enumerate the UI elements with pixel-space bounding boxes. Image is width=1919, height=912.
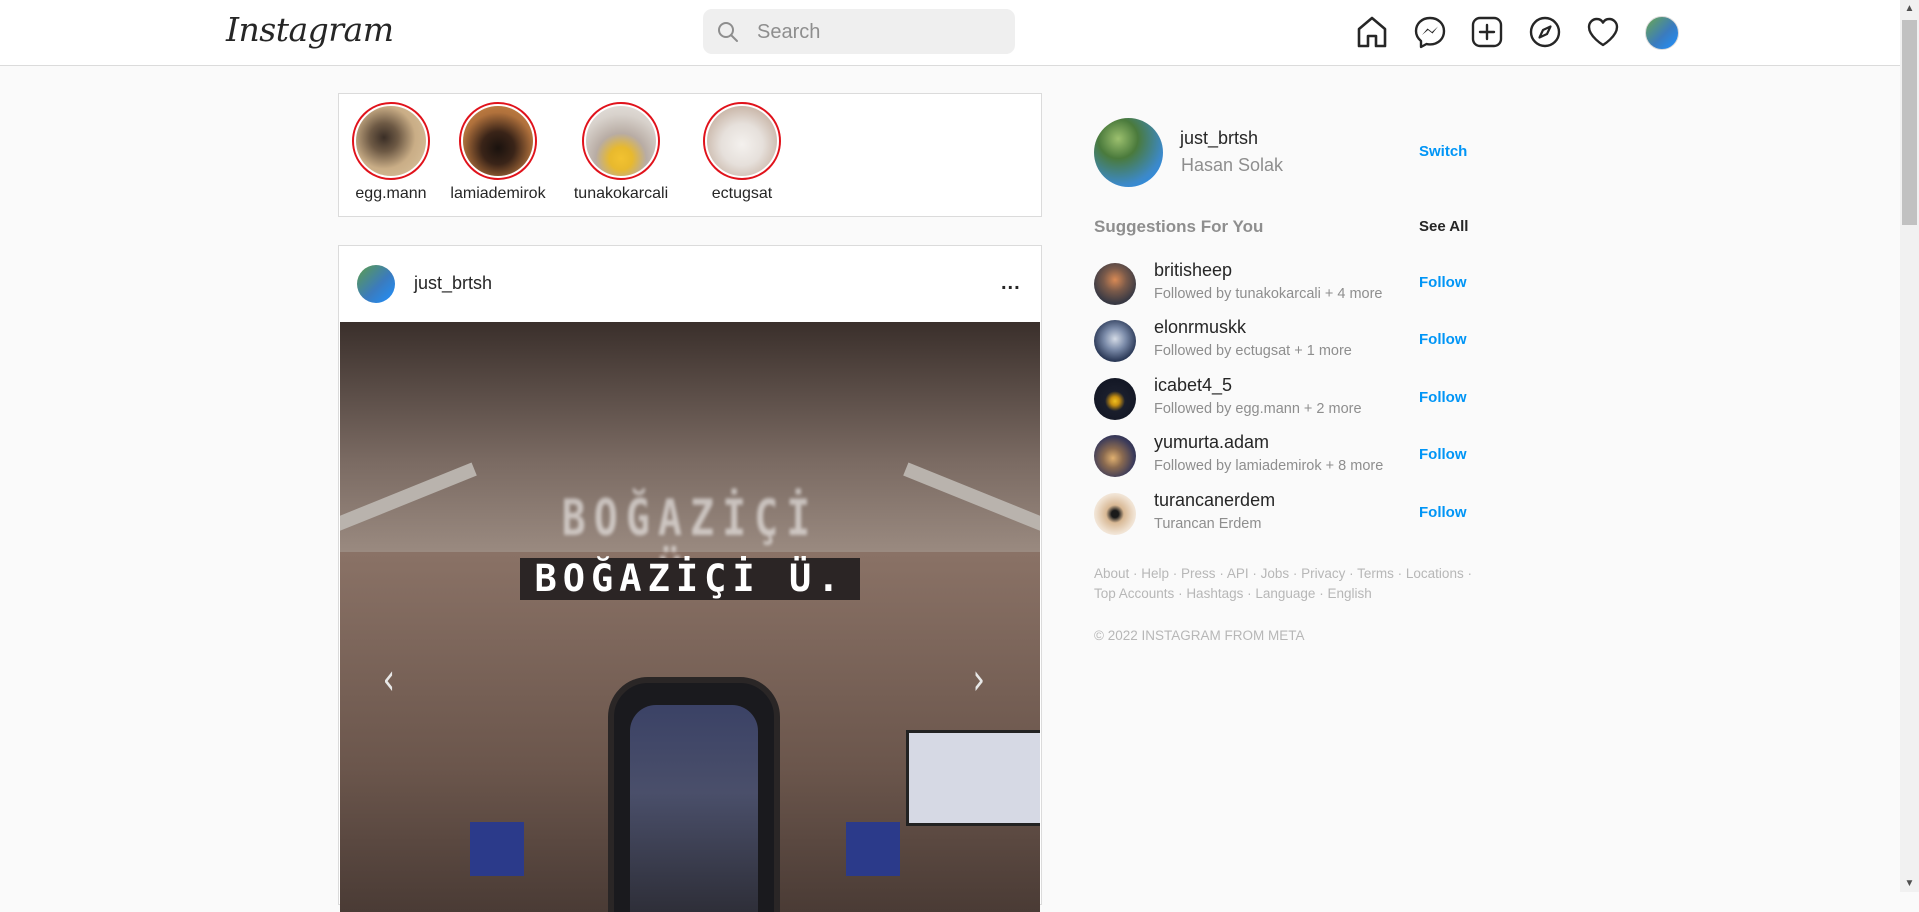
previous-image-arrow-icon[interactable]: ‹ [383,654,395,705]
post-author-avatar[interactable] [357,265,395,303]
footer-link-terms[interactable]: Terms [1357,566,1394,581]
profile-avatar[interactable] [1645,16,1679,50]
image-door [608,677,780,912]
search-icon [718,22,738,42]
footer-links-line-2: Top Accounts · Hashtags · Language · Eng… [1094,586,1372,601]
story-avatar [356,106,426,176]
home-icon[interactable] [1354,14,1390,50]
search-box[interactable] [703,9,1015,54]
new-post-icon[interactable] [1469,14,1505,50]
suggestion-avatar[interactable] [1094,378,1136,420]
story-avatar [707,106,777,176]
suggestion-avatar[interactable] [1094,493,1136,535]
suggestion-avatar[interactable] [1094,435,1136,477]
follow-button[interactable]: Follow [1419,446,1467,463]
suggestion-username[interactable]: elonrmuskk [1154,317,1246,338]
footer-link-jobs[interactable]: Jobs [1261,566,1290,581]
suggestion-item: britisheep Followed by tunakokarcali + 4… [1094,260,1467,310]
story-avatar [463,106,533,176]
more-options-icon[interactable]: ... [1001,272,1021,295]
activity-heart-icon[interactable] [1585,14,1621,50]
footer-links-line-1: About · Help · Press · API · Jobs · Priv… [1094,566,1472,581]
suggestion-username[interactable]: turancanerdem [1154,490,1275,511]
post-image[interactable]: BOĞAZİÇİ Ü. BOĞAZİÇİ Ü. ‹ › [340,322,1040,912]
current-user-username[interactable]: just_brtsh [1180,128,1258,149]
suggestion-item: yumurta.adam Followed by lamiademirok + … [1094,432,1467,482]
footer-links: About · Help · Press · API · Jobs · Priv… [1094,564,1474,604]
page-scrollbar[interactable]: ▲ ▼ [1900,0,1919,892]
suggestion-subtitle: Followed by ectugsat + 1 more [1154,343,1352,359]
stories-tray: egg.mann lamiademirok tunakokarcali ectu… [338,93,1042,217]
post-header: just_brtsh ... [339,246,1041,321]
search-input[interactable] [755,15,999,49]
footer-link-about[interactable]: About [1094,566,1129,581]
story-avatar [586,106,656,176]
image-sticker-right [846,822,900,876]
suggestion-avatar[interactable] [1094,263,1136,305]
story-item[interactable]: ectugsat [687,102,797,203]
post-author-username[interactable]: just_brtsh [414,273,492,294]
copyright-text: © 2022 INSTAGRAM FROM META [1094,628,1305,643]
next-image-arrow-icon[interactable]: › [973,654,985,705]
scroll-up-arrow-icon[interactable]: ▲ [1900,0,1919,17]
story-ring [459,102,537,180]
suggestions-title: Suggestions For You [1094,217,1264,236]
footer-link-locations[interactable]: Locations [1406,566,1464,581]
footer-link-api[interactable]: API [1227,566,1249,581]
suggestion-subtitle: Followed by lamiademirok + 8 more [1154,458,1384,474]
instagram-logo[interactable]: Instagram [226,10,394,49]
footer-link-help[interactable]: Help [1141,566,1169,581]
image-sticker-left [470,822,524,876]
feed-post: just_brtsh ... BOĞAZİÇİ Ü. BOĞAZİÇİ Ü. ‹… [338,245,1042,912]
suggestion-username[interactable]: icabet4_5 [1154,375,1232,396]
suggestion-avatar[interactable] [1094,320,1136,362]
story-ring [582,102,660,180]
current-user-avatar[interactable] [1094,118,1163,187]
footer-link-english[interactable]: English [1327,586,1371,601]
follow-button[interactable]: Follow [1419,504,1467,521]
suggestion-subtitle: Turancan Erdem [1154,516,1262,532]
follow-button[interactable]: Follow [1419,389,1467,406]
story-username: ectugsat [711,185,773,202]
suggestion-username[interactable]: yumurta.adam [1154,432,1269,453]
story-item[interactable]: tunakokarcali [566,102,676,203]
suggestion-username[interactable]: britisheep [1154,260,1232,281]
suggestion-item: elonrmuskk Followed by ectugsat + 1 more… [1094,317,1467,367]
follow-button[interactable]: Follow [1419,274,1467,291]
story-username: tunakokarcali [573,185,669,202]
current-user-fullname: Hasan Solak [1181,155,1284,175]
see-all-link[interactable]: See All [1419,218,1468,235]
footer-link-language[interactable]: Language [1255,586,1315,601]
top-nav-bar: Instagram [0,0,1900,66]
footer-link-top-accounts[interactable]: Top Accounts [1094,586,1174,601]
story-item[interactable]: lamiademirok [443,102,553,203]
image-sign-reflection: BOĞAZİÇİ Ü. [561,490,819,605]
image-route-map [906,730,1040,826]
story-ring [352,102,430,180]
image-destination-sign: BOĞAZİÇİ Ü. [520,558,860,600]
footer-link-press[interactable]: Press [1181,566,1216,581]
explore-icon[interactable] [1527,14,1563,50]
story-username: egg.mann [355,185,427,202]
story-item[interactable]: egg.mann [336,102,446,203]
suggestion-subtitle: Followed by tunakokarcali + 4 more [1154,286,1383,302]
suggestion-subtitle: Followed by egg.mann + 2 more [1154,401,1362,417]
story-ring [703,102,781,180]
suggestion-item: icabet4_5 Followed by egg.mann + 2 more … [1094,375,1467,425]
suggestion-item: turancanerdem Turancan Erdem Follow [1094,490,1467,540]
footer-link-privacy[interactable]: Privacy [1301,566,1345,581]
follow-button[interactable]: Follow [1419,331,1467,348]
story-username: lamiademirok [450,185,546,202]
footer-link-hashtags[interactable]: Hashtags [1186,586,1243,601]
messenger-icon[interactable] [1412,14,1448,50]
scroll-down-arrow-icon[interactable]: ▼ [1900,875,1919,892]
scrollbar-thumb[interactable] [1902,20,1917,225]
switch-account-button[interactable]: Switch [1419,143,1467,160]
